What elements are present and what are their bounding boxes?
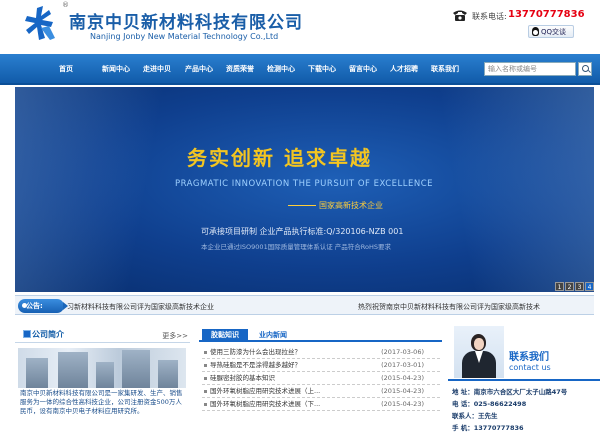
nav-news-center[interactable]: 新闻中心 — [102, 54, 130, 85]
announcement-item[interactable]: 习新材料科技有限公司评为国家级高新技术企业 — [67, 302, 214, 312]
nav-messages[interactable]: 留言中心 — [349, 54, 377, 85]
contact-panel: 联系我们 contact us 地 址：南京市六合区大厂太子山路47号 电 话：… — [448, 326, 600, 433]
news-title[interactable]: 使用三防漆为什么会出现拉丝？ — [210, 346, 301, 359]
banner-slogan: 务实创新 追求卓越 — [187, 146, 372, 170]
phone-number: 13770777836 — [508, 9, 585, 20]
nav-honors[interactable]: 资质荣誉 — [226, 54, 254, 85]
news-item[interactable]: 国外环氧树脂应用研究技术进展（上... (2015-04-23) — [202, 385, 440, 398]
banner-cert-line2: 本企业已通过ISO9001国际质量管理体系认证 产品符合RoHS要求 — [201, 243, 391, 251]
nav-about[interactable]: 走进中贝 — [143, 54, 171, 85]
announcement-label: 公告: — [18, 299, 68, 313]
about-title: 公司简介 — [23, 329, 64, 340]
hero-banner[interactable]: 务实创新 追求卓越 PRAGMATIC INNOVATION THE PURSU… — [15, 87, 594, 292]
about-text: 南京中贝新材料科技有限公司是一家集研发、生产、销售服务为一体的综合性高科技企业，… — [20, 389, 183, 415]
banner-building-right — [435, 87, 594, 292]
contact-phone: 电 话：025-86622498 — [452, 400, 527, 408]
banner-subline-text: 国家高新技术企业 — [319, 201, 383, 210]
news-date: (2015-04-23) — [381, 387, 424, 395]
company-name-cn: 南京中贝新材料科技有限公司 — [69, 13, 303, 33]
pager-button-4[interactable]: 4 — [585, 282, 594, 291]
pager-button-2[interactable]: 2 — [565, 282, 574, 291]
news-item[interactable]: 硅脲密封胶的基本知识 (2015-04-23) — [202, 372, 440, 385]
about-section-header: 公司简介 更多>> — [15, 329, 190, 343]
bullet-icon — [204, 377, 207, 380]
tab-industry-news[interactable]: 业内新闻 — [251, 329, 295, 342]
contact-subtitle: contact us — [509, 363, 551, 372]
news-item[interactable]: 国外环氧树脂应用研究技术进展（下... (2015-04-23) — [202, 398, 440, 411]
banner-cert-line1: 可承接项目研制 企业产品执行标准:Q/320106-NZB 001 — [201, 227, 404, 236]
telephone-icon — [453, 10, 467, 21]
nav-careers[interactable]: 人才招聘 — [390, 54, 418, 85]
search-icon[interactable] — [578, 62, 592, 76]
banner-pager: 1 2 3 4 — [555, 282, 594, 291]
search-input[interactable]: 输入名称或编号 — [484, 62, 576, 76]
qq-chat-button[interactable]: QQ交谈 — [528, 25, 574, 38]
banner-tagline: PRAGMATIC INNOVATION THE PURSUIT OF EXCE… — [175, 179, 433, 189]
about-more-link[interactable]: 更多>> — [162, 331, 188, 341]
nav-contact[interactable]: 联系我们 — [431, 54, 459, 85]
news-title[interactable]: 硅脲密封胶的基本知识 — [210, 372, 275, 385]
pager-button-3[interactable]: 3 — [575, 282, 584, 291]
registered-mark: ® — [62, 1, 69, 9]
nav-products[interactable]: 产品中心 — [185, 54, 213, 85]
dash-line — [288, 205, 316, 206]
news-date: (2015-04-23) — [381, 374, 424, 382]
pager-button-1[interactable]: 1 — [555, 282, 564, 291]
qq-penguin-icon — [532, 27, 539, 36]
contact-mobile: 手 机：13770777836 — [452, 424, 524, 432]
contact-address: 地 址：南京市六合区大厂太子山路47号 — [452, 388, 568, 396]
customer-service-avatar — [454, 326, 504, 378]
bullet-icon — [204, 390, 207, 393]
news-title[interactable]: 国外环氧树脂应用研究技术进展（上... — [210, 385, 320, 398]
bullet-icon — [204, 364, 207, 367]
nav-home[interactable]: 首页 — [59, 54, 73, 85]
banner-subline: 国家高新技术企业 — [288, 200, 383, 211]
company-logo[interactable] — [15, 4, 63, 50]
news-panel: 胶黏知识 业内新闻 使用三防漆为什么会出现拉丝？ (2017-03-06) 导热硅… — [199, 326, 442, 433]
company-name-en: Nanjing Jonby New Material Technology Co… — [90, 32, 279, 41]
bullet-icon — [204, 351, 207, 354]
news-title[interactable]: 国外环氧树脂应用研究技术进展（下... — [210, 398, 320, 411]
announcement-item[interactable]: 热烈祝贺南京中贝新材料科技有限公司评为国家级高新技术 — [358, 302, 540, 312]
bullet-icon — [204, 403, 207, 406]
header: ® 南京中贝新材料科技有限公司 Nanjing Jonby New Materi… — [0, 0, 600, 54]
news-item[interactable]: 使用三防漆为什么会出现拉丝？ (2017-03-06) — [202, 346, 440, 359]
news-item[interactable]: 导热硅脂是不是涂得越多越好？ (2017-03-01) — [202, 359, 440, 372]
news-date: (2015-04-23) — [381, 400, 424, 408]
phone-label: 联系电话: — [472, 12, 507, 21]
banner-building-left — [15, 87, 165, 292]
news-title[interactable]: 导热硅脂是不是涂得越多越好？ — [210, 359, 301, 372]
contact-person: 联系人：王先生 — [452, 412, 498, 420]
qq-chat-label: QQ交谈 — [541, 27, 567, 36]
nav-downloads[interactable]: 下载中心 — [308, 54, 336, 85]
contact-details: 地 址：南京市六合区大厂太子山路47号 电 话：025-86622498 联系人… — [448, 379, 600, 433]
tab-adhesive-knowledge[interactable]: 胶黏知识 — [202, 329, 248, 342]
contact-title: 联系我们 — [509, 352, 549, 363]
announcement-bar: 公告: 习新材料科技有限公司评为国家级高新技术企业 热烈祝贺南京中贝新材料科技有… — [15, 295, 594, 315]
nav-testing[interactable]: 检测中心 — [267, 54, 295, 85]
news-tabbar: 胶黏知识 业内新闻 — [199, 326, 442, 342]
about-building-image — [18, 348, 186, 388]
news-date: (2017-03-06) — [381, 348, 424, 356]
news-date: (2017-03-01) — [381, 361, 424, 369]
